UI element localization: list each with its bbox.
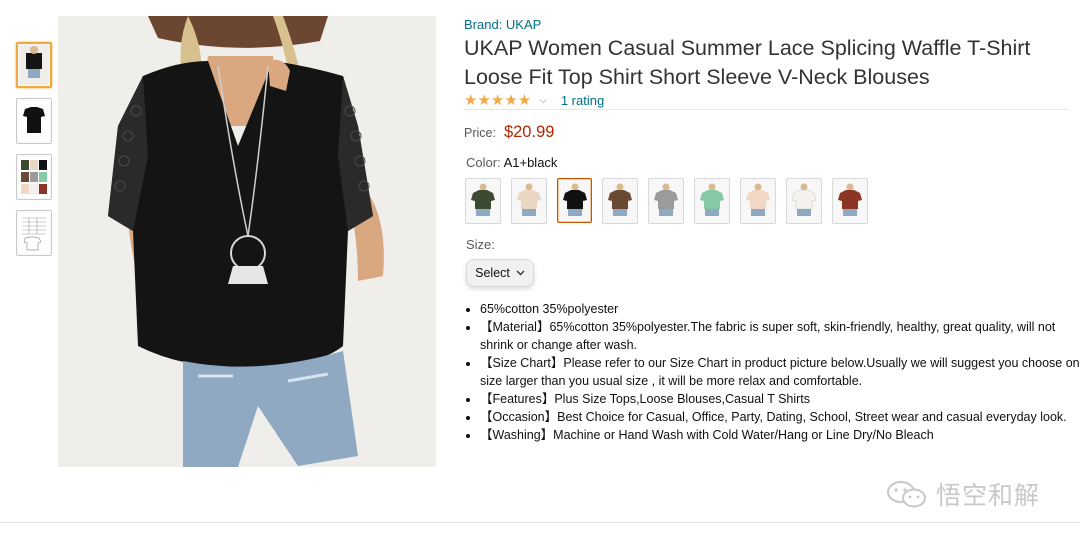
size-select-text: Select [475,266,510,280]
feature-bullet: 【Occasion】Best Choice for Casual, Office… [480,408,1080,426]
divider [464,109,1068,110]
swatch-shirt-image [562,183,587,216]
swatch-shirt-image [608,183,632,216]
color-swatches [465,178,878,224]
swatch-shirt-image [654,183,678,216]
model-wearing-black-lace-tshirt-illustration [58,16,436,467]
color-swatch-dark-green[interactable] [465,178,501,224]
feature-bullet: 【Washing】Machine or Hand Wash with Cold … [480,426,1080,444]
thumbnail-4-size-chart[interactable] [16,210,52,256]
price-row: Price: $20.99 [464,123,554,142]
swatch-shirt-image [838,183,862,216]
swatch-shirt-image [471,183,495,216]
feature-bullet: 【Material】65%cotton 35%polyester.The fab… [480,318,1080,354]
feature-bullet: 【Size Chart】Please refer to our Size Cha… [480,354,1080,390]
color-swatch-white[interactable] [786,178,822,224]
thumbnail-strip [16,42,56,266]
feature-bullets: 65%cotton 35%polyester【Material】65%cotto… [464,300,1080,444]
rating-count-link[interactable]: 1 rating [561,93,604,108]
feature-bullet: 65%cotton 35%polyester [480,300,1080,318]
size-dropdown[interactable]: Select [466,259,534,287]
star-rating[interactable]: ★★★★★ [464,91,531,109]
product-title: UKAP Women Casual Summer Lace Splicing W… [464,36,1031,89]
color-label: Color: [466,155,504,170]
color-swatch-mint-green[interactable] [694,178,730,224]
bottom-divider [0,522,1080,523]
color-swatch-gray[interactable] [648,178,684,224]
color-swatch-rust[interactable] [832,178,868,224]
size-label: Size: [466,237,495,252]
selected-color-value: A1+black [503,155,558,170]
swatch-shirt-image [746,183,770,216]
color-swatch-black[interactable] [557,178,592,223]
swatch-shirt-image [791,183,817,216]
color-swatch-apricot[interactable] [740,178,776,224]
wechat-logo-icon [887,481,926,508]
watermark-text: 悟空和解 [936,482,1041,510]
color-swatch-beige[interactable] [511,178,547,224]
chevron-down-icon[interactable]: ⌵ [539,95,547,106]
color-row: Color: A1+black [466,155,557,170]
thumbnail-2-flat-shirt[interactable] [16,98,52,144]
price-value: $20.99 [503,123,555,141]
swatch-shirt-image [517,183,541,216]
swatch-shirt-image [700,183,724,216]
brand-link[interactable]: Brand: UKAP [464,17,541,32]
thumbnail-3-color-grid[interactable] [16,154,52,200]
rating-row: ★★★★★ ⌵ 1 rating [464,91,604,109]
main-product-image[interactable] [58,16,436,467]
chevron-down-icon [516,268,525,279]
price-label: Price: [464,126,496,140]
feature-bullet: 【Features】Plus Size Tops,Loose Blouses,C… [480,390,1080,408]
watermark: 悟空和解 [886,476,1040,512]
thumbnail-1-model-front[interactable] [16,42,52,88]
color-swatch-brown[interactable] [602,178,638,224]
